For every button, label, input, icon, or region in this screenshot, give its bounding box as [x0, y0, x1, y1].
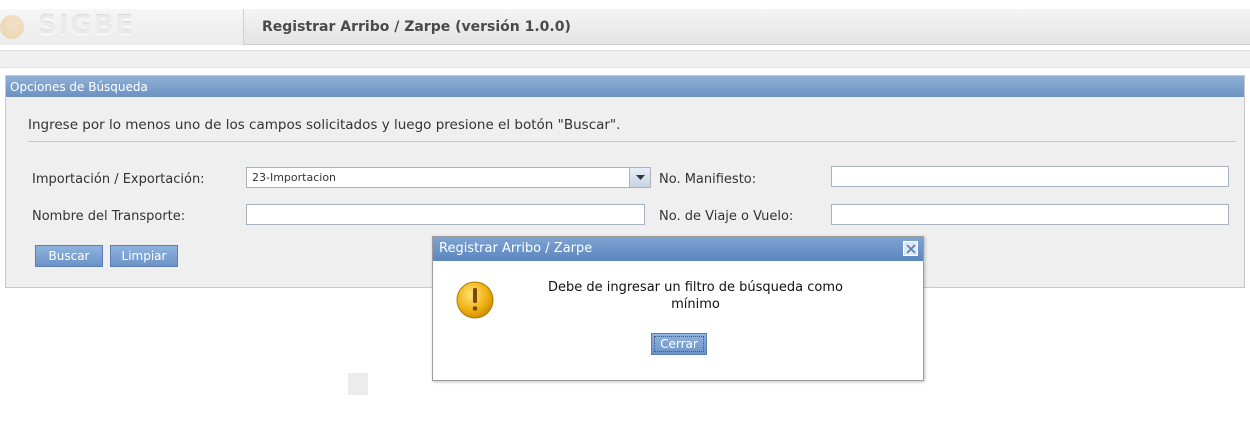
dropdown-arrow-icon[interactable]: [629, 168, 650, 187]
trip-number-input[interactable]: [831, 204, 1229, 225]
transport-name-label: Nombre del Transporte:: [32, 209, 186, 224]
instructions-text: Ingrese por lo menos uno de los campos s…: [28, 117, 621, 133]
import-export-selected-value: 23-Importacion: [252, 171, 337, 184]
divider: [28, 141, 1236, 142]
logo-mark-icon: [0, 15, 24, 39]
import-export-label: Importación / Exportación:: [32, 172, 205, 187]
dialog-title-bar: Registrar Arribo / Zarpe: [433, 237, 923, 261]
close-icon[interactable]: [903, 241, 918, 256]
import-export-select[interactable]: 23-Importacion: [246, 167, 651, 188]
manifest-input[interactable]: [831, 166, 1229, 187]
background-artifact: [348, 373, 368, 395]
page-title: Registrar Arribo / Zarpe (versión 1.0.0): [262, 19, 571, 35]
alert-dialog: Registrar Arribo / Zarpe Debe de ingresa…: [432, 236, 924, 381]
clear-button[interactable]: Limpiar: [110, 245, 178, 267]
trip-number-label: No. de Viaje o Vuelo:: [659, 209, 794, 224]
transport-name-input[interactable]: [246, 204, 645, 225]
sub-toolbar: [0, 50, 1250, 68]
dialog-message: Debe de ingresar un filtro de búsqueda c…: [547, 280, 843, 312]
panel-title: Opciones de Búsqueda: [6, 76, 1244, 97]
manifest-label: No. Manifiesto:: [659, 172, 757, 187]
app-header: SIGBE Registrar Arribo / Zarpe (versión …: [0, 9, 1250, 45]
search-button[interactable]: Buscar: [35, 245, 103, 267]
dialog-title: Registrar Arribo / Zarpe: [439, 241, 593, 256]
logo: SIGBE: [0, 9, 244, 45]
logo-text: SIGBE: [38, 11, 136, 41]
close-dialog-button[interactable]: Cerrar: [651, 333, 707, 355]
warning-icon: [456, 281, 494, 319]
